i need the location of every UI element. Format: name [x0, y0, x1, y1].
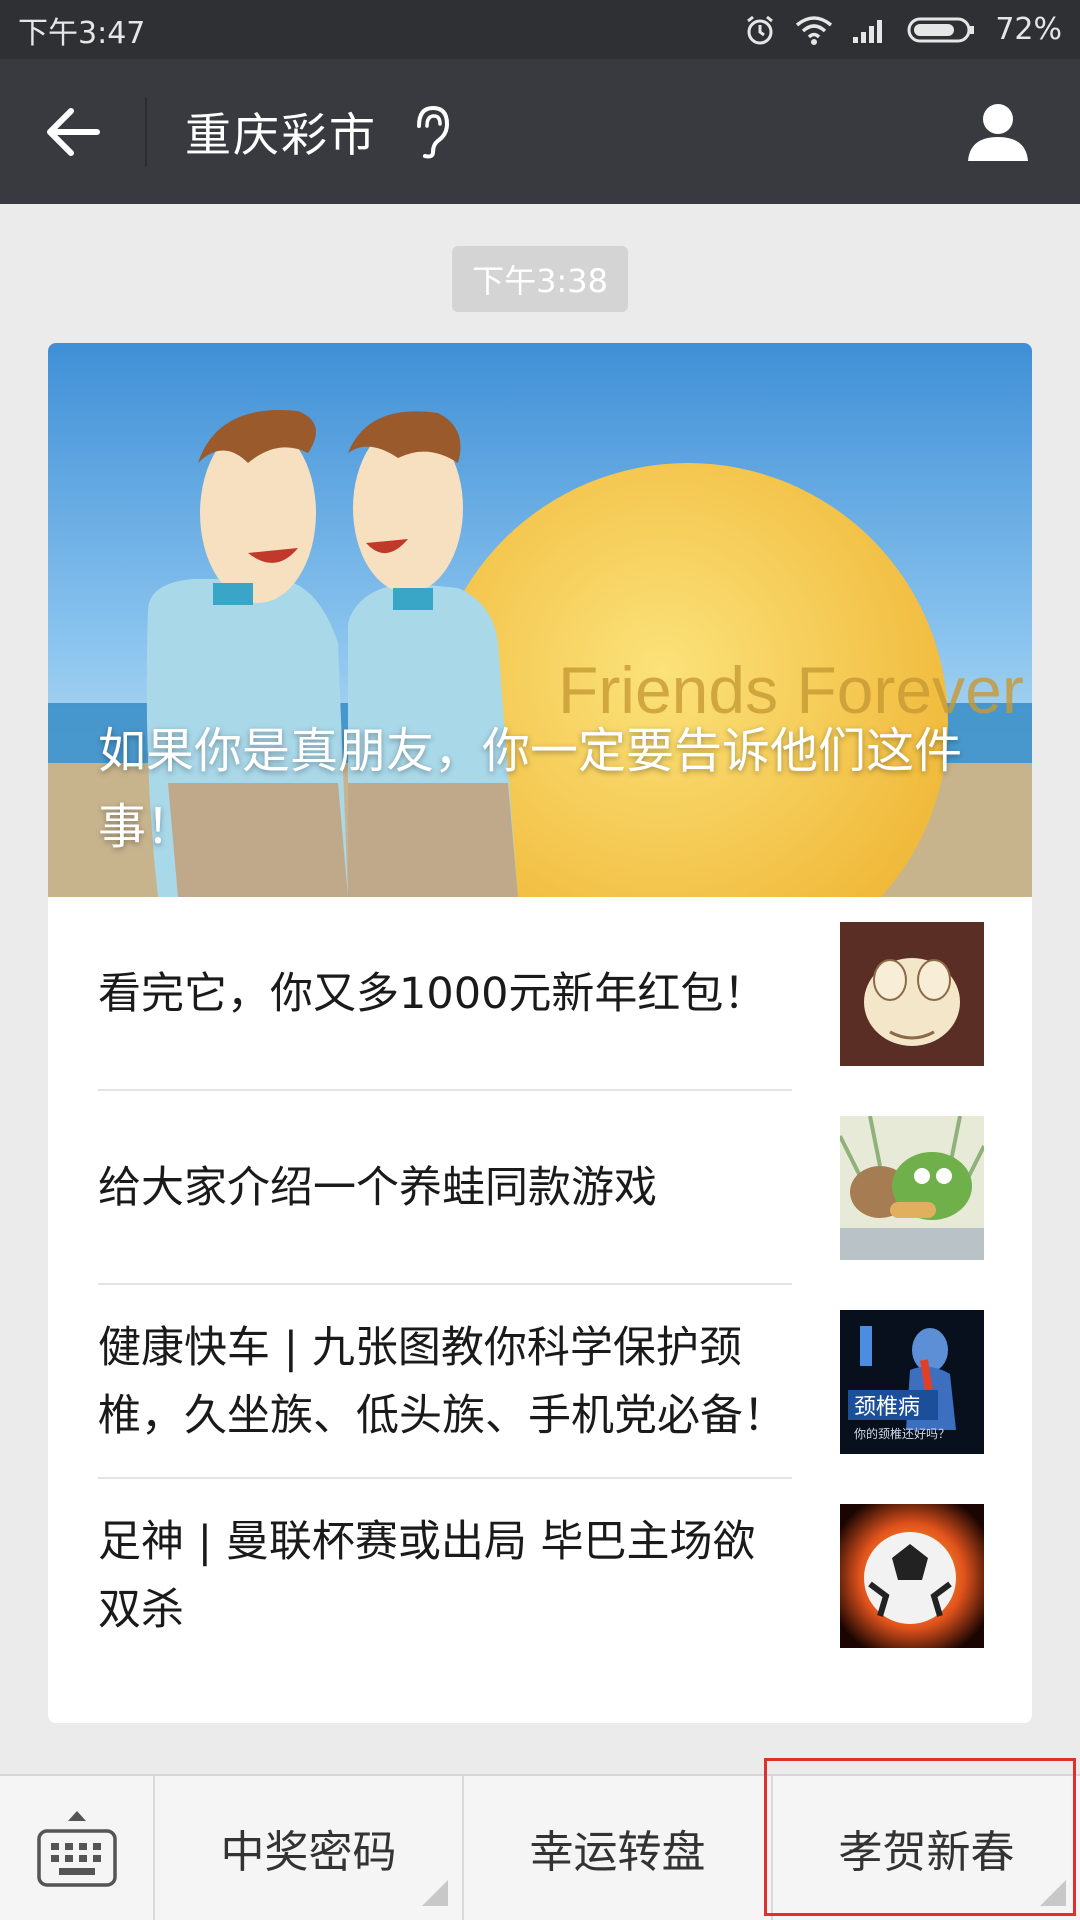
chevron-up-icon [67, 1811, 86, 1821]
article-thumbnail [840, 922, 984, 1066]
message-timestamp: 下午3:38 [452, 246, 628, 312]
article-title: 给大家介绍一个养蛙同款游戏 [98, 1163, 657, 1213]
back-button[interactable] [0, 59, 145, 204]
title-divider [145, 97, 147, 166]
battery-icon [907, 15, 977, 45]
submenu-indicator-icon [1040, 1880, 1066, 1906]
submenu-indicator-icon [422, 1880, 448, 1906]
alarm-icon [743, 13, 777, 47]
back-arrow-icon [46, 107, 100, 156]
menu-item-label: 孝贺新春 [838, 1827, 1015, 1878]
status-bar: 下午3:47 72% [0, 0, 1080, 59]
cover-title: 如果你是真朋友，你一定要告诉他们这件事！ [98, 723, 963, 855]
ear-icon [411, 104, 451, 160]
battery-percent: 72% [995, 12, 1062, 47]
menu-bar: 中奖密码 幸运转盘 孝贺新春 [0, 1774, 1080, 1920]
article-item[interactable]: 健康快车 | 九张图教你科学保护颈椎，久坐族、低头族、手机党必备！ 颈椎病你的颈… [48, 1285, 1032, 1479]
menu-item-label: 幸运转盘 [529, 1827, 706, 1878]
chat-title: 重庆彩市 [185, 107, 377, 162]
article-item[interactable]: 看完它，你又多1000元新年红包！ [48, 897, 1032, 1091]
menu-item-prize-code[interactable]: 中奖密码 [155, 1776, 464, 1920]
keyboard-toggle-button[interactable] [0, 1776, 155, 1920]
article-item[interactable]: 给大家介绍一个养蛙同款游戏 [48, 1091, 1032, 1285]
menu-item-lucky-wheel[interactable]: 幸运转盘 [464, 1776, 773, 1920]
article-title: 足神 | 曼联杯赛或出局 毕巴主场欲双杀 [98, 1517, 756, 1635]
article-card: Friends Forever 如果你是真朋友，你一定要告诉他们这件事！ 看完它… [48, 343, 1032, 1723]
profile-button[interactable] [955, 89, 1040, 174]
menu-item-label: 中奖密码 [220, 1827, 397, 1878]
menu-item-new-year[interactable]: 孝贺新春 [773, 1776, 1080, 1920]
wifi-icon [795, 15, 833, 45]
article-list: 看完它，你又多1000元新年红包！ 给大家介绍一个养蛙同款游戏 健康快车 | 九… [48, 897, 1032, 1673]
status-icons: 72% [743, 12, 1062, 47]
article-thumbnail [840, 1116, 984, 1260]
article-title: 看完它，你又多1000元新年红包！ [98, 969, 767, 1019]
article-item[interactable]: 足神 | 曼联杯赛或出局 毕巴主场欲双杀 [48, 1479, 1032, 1673]
thumb-label: 颈椎病 [854, 1395, 920, 1420]
status-time: 下午3:47 [18, 15, 146, 51]
cover-article[interactable]: Friends Forever 如果你是真朋友，你一定要告诉他们这件事！ [48, 343, 1032, 897]
article-thumbnail: 颈椎病你的颈椎还好吗？ [840, 1310, 984, 1454]
signal-icon [851, 15, 889, 45]
thumb-sublabel: 你的颈椎还好吗？ [854, 1426, 950, 1441]
keyboard-icon [36, 1829, 117, 1887]
person-icon [967, 103, 1028, 161]
article-title: 健康快车 | 九张图教你科学保护颈椎，久坐族、低头族、手机党必备！ [98, 1323, 786, 1441]
title-bar: 重庆彩市 [0, 59, 1080, 204]
article-thumbnail [840, 1504, 984, 1648]
